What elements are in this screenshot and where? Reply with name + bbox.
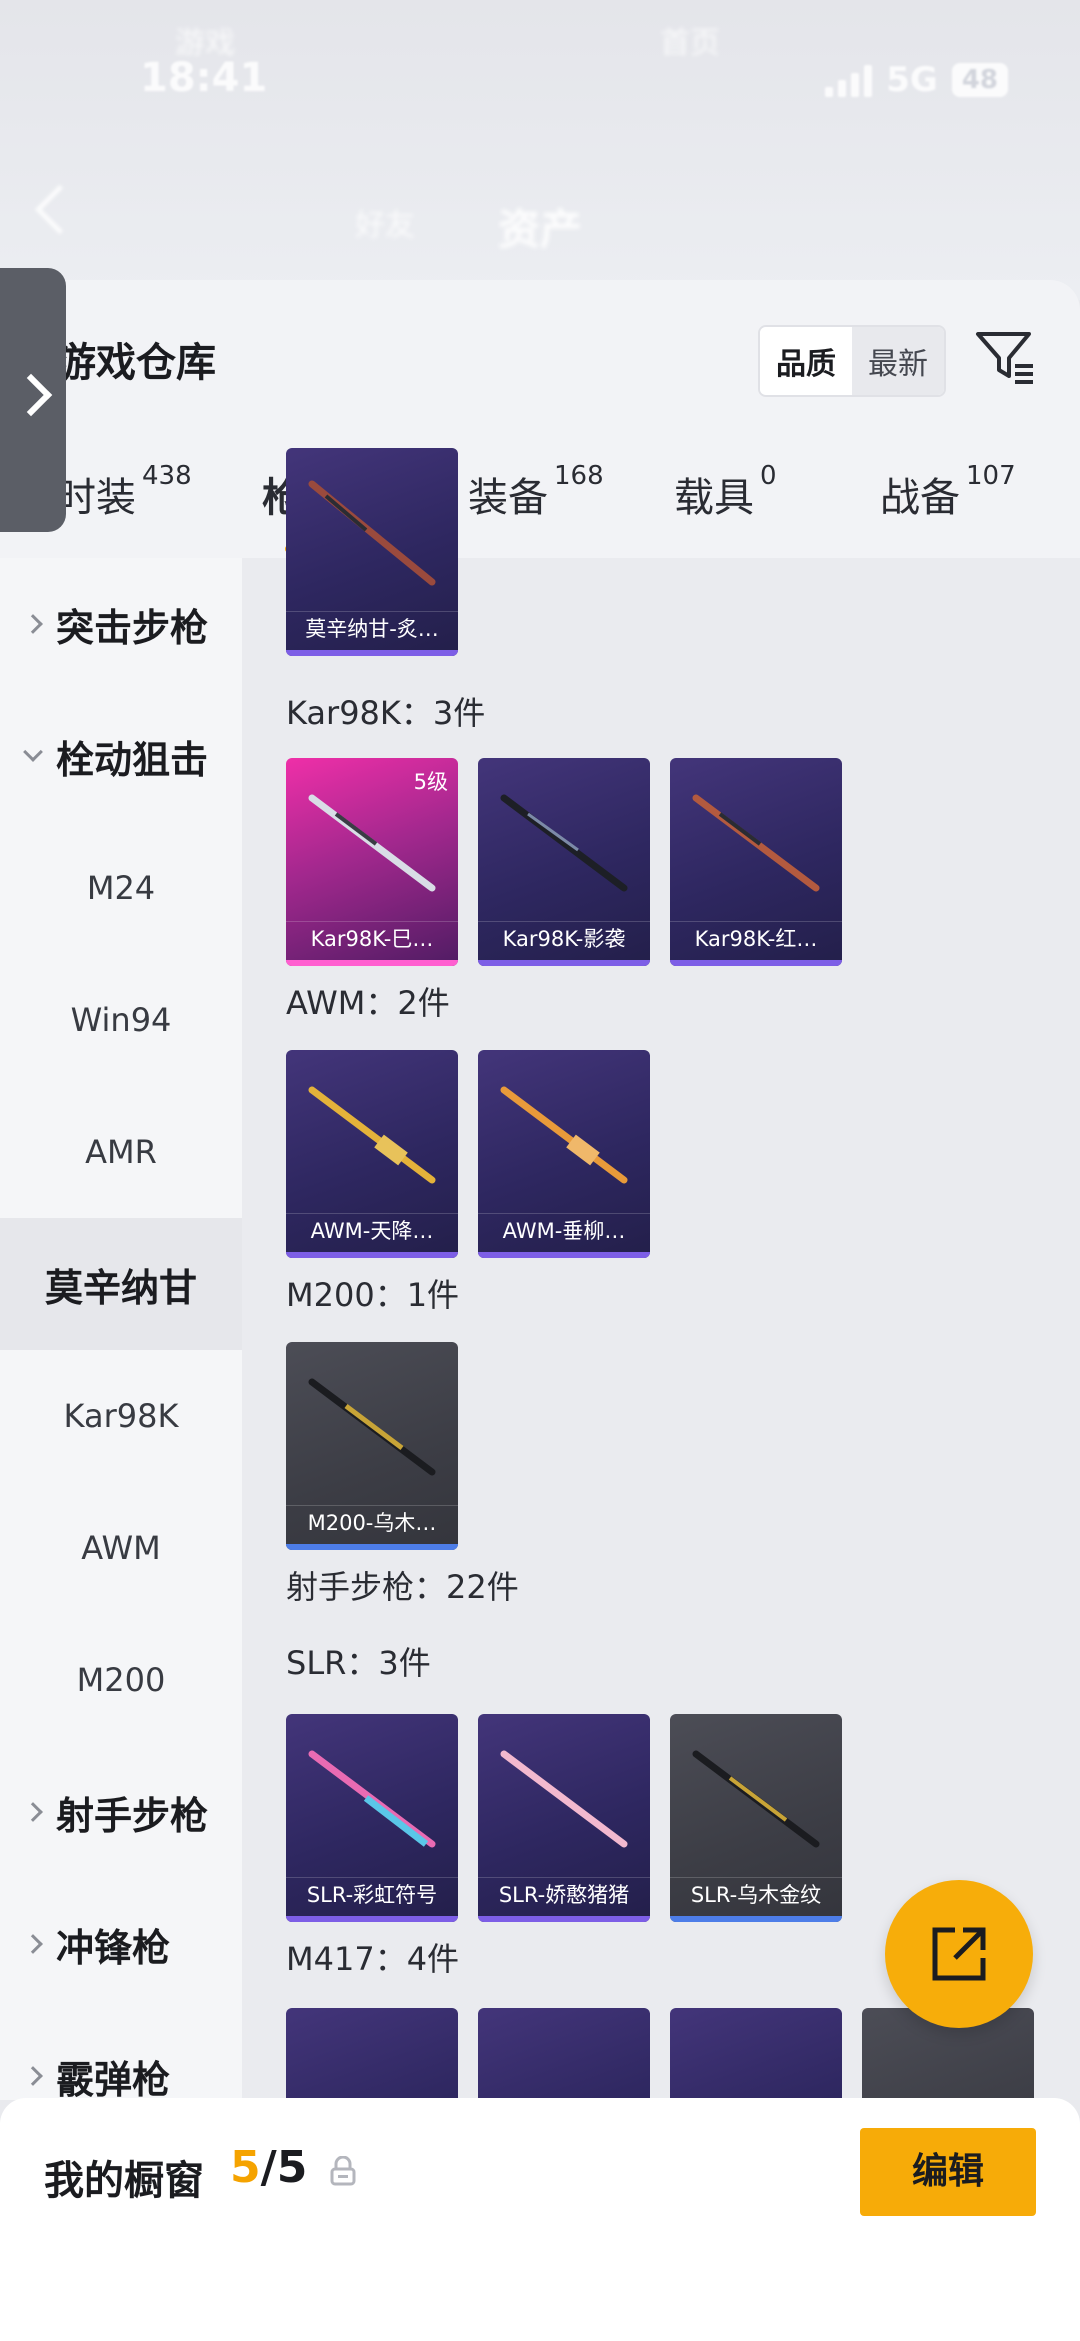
weapon-list: 莫辛纳甘-炙… Kar98K：3件 5级 Kar98K-巳… Kar98K-影袭…	[242, 448, 1080, 2100]
warehouse-panel: 游戏仓库 品质 最新 时装438 枪械156 装备168 载具0 战备107 突…	[0, 280, 1080, 2100]
signal-icon	[825, 63, 873, 97]
back-icon[interactable]	[34, 184, 85, 235]
battery-icon: 48	[951, 63, 1008, 97]
showcase-bar: 我的橱窗 5/5 编辑	[0, 2098, 1080, 2341]
group-header-slr: SLR：3件	[286, 1644, 431, 1682]
weapon-card-m417-1[interactable]	[286, 2008, 458, 2100]
weapon-name: AWM-垂柳…	[478, 1213, 650, 1248]
weapon-card-slr-3[interactable]: SLR-乌木金纹	[670, 1714, 842, 1922]
weapon-card-m417-3[interactable]	[670, 2008, 842, 2100]
weapon-category-sidebar: 突击步枪 栓动狙击 M24 Win94 AMR 莫辛纳甘 Kar98K AWM …	[0, 558, 242, 2100]
side-drawer-handle[interactable]	[0, 268, 66, 532]
page-title: 资产	[498, 205, 583, 254]
sidebar-item-m24[interactable]: M24	[0, 822, 242, 954]
ghost-label-left: 游戏	[175, 26, 235, 61]
weapon-card-m417-2[interactable]	[478, 2008, 650, 2100]
sidebar-item-shotgun[interactable]: 霰弹枪	[0, 2010, 242, 2100]
weapon-name: Kar98K-巳…	[286, 921, 458, 956]
weapon-card-kar98k-1[interactable]: 5级 Kar98K-巳…	[286, 758, 458, 966]
rifle-icon	[500, 794, 628, 892]
rifle-icon	[308, 794, 436, 892]
weapon-card-slr-1[interactable]: SLR-彩虹符号	[286, 1714, 458, 1922]
share-button[interactable]	[885, 1880, 1033, 2028]
weapon-name: SLR-彩虹符号	[286, 1877, 458, 1912]
tab-fashion[interactable]: 时装 438	[56, 461, 192, 523]
sidebar-item-m200[interactable]: M200	[0, 1614, 242, 1746]
group-header-m200: M200：1件	[286, 1276, 460, 1314]
showcase-title: 我的橱窗	[44, 2158, 204, 2204]
weapon-name: SLR-乌木金纹	[670, 1877, 842, 1912]
filter-icon[interactable]	[975, 330, 1035, 386]
weapon-card-awm-1[interactable]: AWM-天降…	[286, 1050, 458, 1258]
sidebar-item-mosin[interactable]: 莫辛纳甘	[0, 1218, 242, 1350]
sort-quality[interactable]: 品质	[760, 327, 852, 395]
rifle-icon	[308, 1086, 436, 1184]
sidebar-item-amr[interactable]: AMR	[0, 1086, 242, 1218]
lock-icon[interactable]	[330, 2156, 356, 2186]
sidebar-item-assault-rifle[interactable]: 突击步枪	[0, 558, 242, 690]
sidebar-item-smg[interactable]: 冲锋枪	[0, 1878, 242, 2010]
weapon-name: Kar98K-红…	[670, 921, 842, 956]
sidebar-item-bolt-sniper[interactable]: 栓动狙击	[0, 690, 242, 822]
chevron-right-icon	[9, 373, 53, 417]
ghost-label-right: 首页	[660, 26, 720, 61]
sidebar-item-win94[interactable]: Win94	[0, 954, 242, 1086]
weapon-name: SLR-娇憨猪猪	[478, 1877, 650, 1912]
sort-newest[interactable]: 最新	[852, 327, 944, 395]
weapon-name: 莫辛纳甘-炙…	[286, 611, 458, 646]
warehouse-title: 游戏仓库	[56, 340, 216, 386]
status-indicators: 5G 48	[825, 60, 1008, 100]
rifle-icon	[308, 1750, 436, 1848]
group-header-m417: M417：4件	[286, 1940, 460, 1978]
tab-combat-gear[interactable]: 战备 107	[880, 461, 1016, 523]
weapon-card-kar98k-2[interactable]: Kar98K-影袭	[478, 758, 650, 966]
group-header-awm: AWM：2件	[286, 984, 450, 1022]
weapon-card-m200[interactable]: M200-乌木…	[286, 1342, 458, 1550]
network-type: 5G	[886, 60, 938, 100]
weapon-card-kar98k-3[interactable]: Kar98K-红…	[670, 758, 842, 966]
rifle-icon	[500, 1086, 628, 1184]
weapon-card-slr-2[interactable]: SLR-娇憨猪猪	[478, 1714, 650, 1922]
nav-ghost-left[interactable]: 好友	[355, 200, 415, 244]
rifle-icon	[308, 1378, 436, 1476]
weapon-name: AWM-天降…	[286, 1213, 458, 1248]
sidebar-item-kar98k[interactable]: Kar98K	[0, 1350, 242, 1482]
category-tabs: 时装438 枪械156 装备168 载具0 战备107	[0, 461, 1080, 565]
weapon-card-mosin[interactable]: 莫辛纳甘-炙…	[286, 448, 458, 656]
rifle-icon	[308, 480, 436, 586]
rifle-icon	[692, 1750, 820, 1848]
sidebar-item-awm[interactable]: AWM	[0, 1482, 242, 1614]
weapon-card-awm-2[interactable]: AWM-垂柳…	[478, 1050, 650, 1258]
weapon-name: M200-乌木…	[286, 1505, 458, 1540]
top-header: 18:41 游戏 首页 5G 48 好友 资产	[0, 0, 1080, 300]
tab-vehicles[interactable]: 载具 0	[674, 461, 777, 523]
sort-toggle[interactable]: 品质 最新	[758, 325, 946, 397]
group-header-kar98k: Kar98K：3件	[286, 694, 486, 732]
sidebar-item-marksman[interactable]: 射手步枪	[0, 1746, 242, 1878]
rifle-icon	[692, 794, 820, 892]
rifle-icon	[500, 1750, 628, 1848]
tab-equipment[interactable]: 装备 168	[468, 461, 604, 523]
share-icon	[932, 1927, 986, 1981]
group-header-marksman: 射手步枪：22件	[286, 1568, 519, 1606]
edit-button[interactable]: 编辑	[860, 2128, 1036, 2216]
showcase-count: 5/5	[230, 2142, 308, 2193]
weapon-name: Kar98K-影袭	[478, 921, 650, 956]
